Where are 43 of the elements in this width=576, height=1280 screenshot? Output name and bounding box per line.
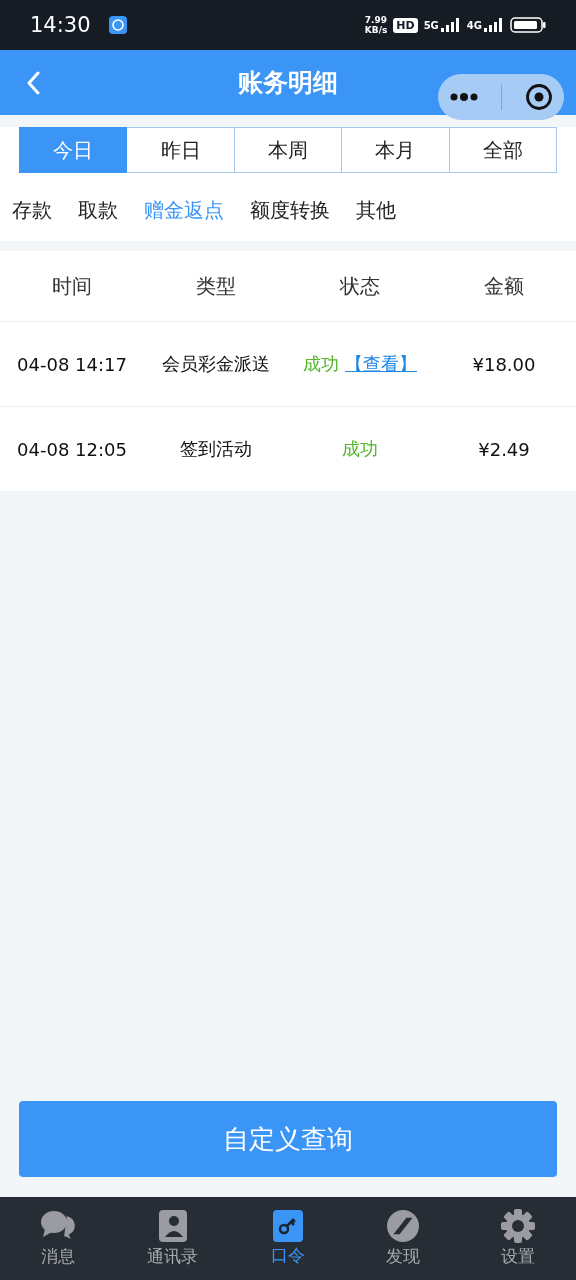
battery-icon <box>510 17 546 33</box>
column-header: 金额 <box>483 272 525 300</box>
period-tab[interactable]: 全部 <box>449 127 558 173</box>
table-cell-text: 04-08 12:05 <box>16 438 128 460</box>
network-speed: 7.99 KB/s <box>364 15 388 35</box>
status-text: 成功 <box>342 437 378 461</box>
table-cell-text: 04-08 14:17 <box>16 353 128 375</box>
category-tab[interactable]: 赠金返点 <box>134 191 234 224</box>
category-tab[interactable]: 其他 <box>346 191 406 224</box>
hd-badge: HD <box>393 17 418 33</box>
compass-icon <box>386 1209 421 1243</box>
table-cell-text: ¥18.00 <box>471 353 537 375</box>
network-label: 5G <box>423 19 439 31</box>
table-cell-text: ¥2.49 <box>477 438 531 460</box>
tab-bar-item[interactable]: 发现 <box>345 1197 461 1280</box>
tab-bar-item[interactable]: 通讯录 <box>115 1197 231 1280</box>
column-header: 状态 <box>339 272 381 300</box>
table-cell-text: 会员彩金派送 <box>161 352 271 376</box>
tab-bar-item[interactable]: 消息 <box>0 1197 116 1280</box>
page-title: 账务明细 <box>238 67 338 99</box>
status-time: 14:30 <box>30 13 91 37</box>
more-icon[interactable] <box>449 92 480 102</box>
category-tab[interactable]: 取款 <box>68 191 128 224</box>
tab-bar-item[interactable]: 口令 <box>230 1197 346 1280</box>
view-link[interactable]: 【查看】 <box>345 352 417 376</box>
signal-icon <box>440 18 461 32</box>
tab-bar-item[interactable]: 设置 <box>460 1197 576 1280</box>
column-header: 类型 <box>195 272 237 300</box>
signal-icon <box>484 18 504 32</box>
back-icon[interactable] <box>26 70 40 95</box>
app-notification-icon <box>108 16 127 34</box>
network-label: 4G <box>466 19 482 31</box>
category-tab[interactable]: 额度转换 <box>240 191 340 224</box>
status-text: 成功 <box>303 352 339 376</box>
key-icon <box>273 1210 303 1242</box>
table-cell-text: 签到活动 <box>179 437 253 461</box>
column-header: 时间 <box>51 272 93 300</box>
period-tab[interactable]: 昨日 <box>127 127 235 173</box>
close-miniprogram-icon[interactable] <box>524 83 553 111</box>
contacts-icon <box>157 1209 188 1243</box>
period-tab[interactable]: 本周 <box>234 127 343 173</box>
category-tab[interactable]: 存款 <box>2 191 62 224</box>
period-tab[interactable]: 本月 <box>342 127 450 173</box>
